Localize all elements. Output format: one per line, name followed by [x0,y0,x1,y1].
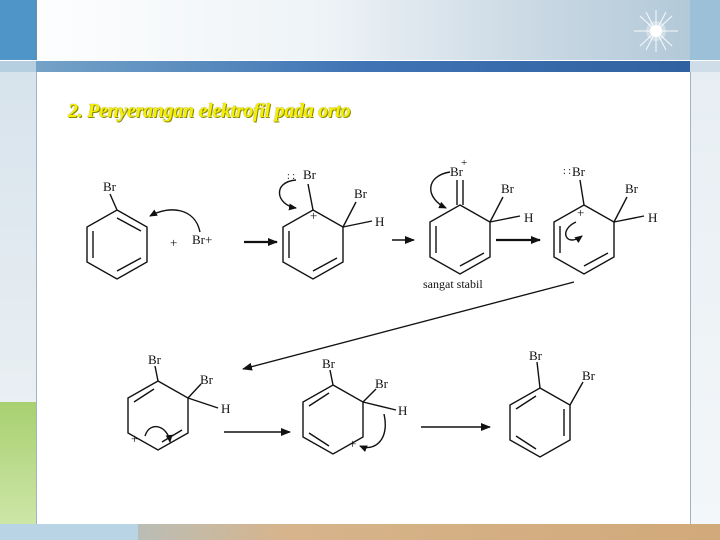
br-label: Br [572,164,586,179]
br-label: Br [103,179,117,194]
curved-arrow-lone-pair [278,179,297,211]
transition-arrow [242,281,575,371]
br-label: Br [582,368,596,383]
ortho-dibromobenzene-product [509,361,584,458]
h-label: H [648,210,657,225]
br-label: Br [303,167,317,182]
h-label: H [375,214,384,229]
br-label: Br [354,186,368,201]
caption-label: sangat stabil [423,277,483,291]
br-label: Br [322,356,336,371]
plus-label: + [170,235,177,250]
bromobenzene-reactant [86,193,148,280]
reaction-mechanism-diagram: Br + Br+ Br : : Br H + Br + Br H sangat … [86,157,657,458]
curved-arrow-shift-1 [565,221,583,243]
br-label: Br [148,352,162,367]
br-label: Br [501,181,515,196]
lone-pair-label: : : [287,171,295,182]
h-label: H [221,401,230,416]
plus-label: + [577,205,584,220]
plus-label: + [310,208,317,223]
curved-arrow-resonance [430,171,451,209]
h-label: H [398,403,407,418]
br-label: Br [529,348,543,363]
lone-pair-label: : : [563,166,571,177]
h-label: H [524,210,533,225]
plus-label: + [131,431,138,446]
br-label: Br [375,376,389,391]
br-label: Br [625,181,639,196]
curved-arrow-attack [149,209,201,233]
plus-label: + [461,157,467,169]
br-label: Br [200,372,214,387]
plus-label: + [349,436,356,451]
br-plus-label: Br+ [192,232,212,247]
curved-arrow-deprotonation [359,413,386,452]
slide-frame: 2. Penyerangan elektrofil pada orto Br +… [0,0,720,540]
